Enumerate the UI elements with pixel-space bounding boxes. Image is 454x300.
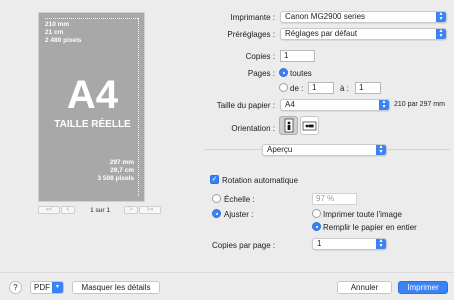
- fit-fill-paper-label: Remplir le papier en entier: [323, 223, 417, 232]
- pages-range-radio[interactable]: [279, 83, 288, 92]
- paper-dimensions-text: 210 par 297 mm: [394, 101, 445, 108]
- first-page-button[interactable]: «<: [38, 206, 60, 214]
- pages-to-field[interactable]: 1: [355, 82, 381, 94]
- pdf-label: PDF: [34, 283, 50, 292]
- fit-label: Ajuster :: [224, 210, 254, 219]
- scale-label: Échelle :: [224, 195, 255, 204]
- printer-label: Imprimante :: [230, 13, 275, 22]
- chevron-updown-icon: ▴ ▾: [379, 100, 389, 110]
- scale-field[interactable]: 97 %: [312, 193, 357, 205]
- pages-from-field[interactable]: 1: [308, 82, 334, 94]
- fit-whole-image-label: Imprimer toute l'image: [323, 210, 402, 219]
- paper-size-value: A4: [285, 100, 295, 109]
- portrait-person-icon: [284, 118, 294, 133]
- chevron-updown-icon: ▴ ▾: [436, 29, 446, 39]
- fit-radio[interactable]: [212, 209, 221, 218]
- copies-per-page-value: 1: [317, 239, 322, 248]
- page-preview: 210 mm 21 cm 2 480 pixels A4 TAILLE RÉEL…: [38, 12, 145, 202]
- hide-details-button[interactable]: Masquer les détails: [72, 281, 160, 294]
- printer-value: Canon MG2900 series: [285, 12, 366, 21]
- portrait-orientation-button[interactable]: [279, 116, 298, 135]
- cancel-button[interactable]: Annuler: [337, 281, 392, 294]
- print-button[interactable]: Imprimer: [398, 281, 448, 294]
- paper-size-select[interactable]: A4 ▴ ▾: [280, 99, 390, 111]
- pdf-menu-button[interactable]: PDF ▾: [30, 281, 64, 294]
- pages-from-label: de :: [290, 84, 304, 93]
- auto-rotate-label: Rotation automatique: [222, 176, 299, 185]
- page-indicator: 1 sur 1: [90, 207, 110, 214]
- auto-rotate-checkbox[interactable]: ✓: [210, 175, 219, 184]
- pages-all-label: toutes: [290, 69, 312, 78]
- presets-select[interactable]: Réglages par défaut ▴ ▾: [280, 28, 447, 40]
- copies-per-page-select[interactable]: 1 ▴ ▾: [312, 238, 387, 250]
- last-page-button[interactable]: >»: [139, 206, 161, 214]
- top-dimension-text: 210 mm 21 cm 2 480 pixels: [45, 21, 82, 44]
- section-select[interactable]: Aperçu ▴ ▾: [262, 144, 387, 156]
- help-button[interactable]: ?: [9, 281, 22, 294]
- paper-size-title: A4: [66, 73, 119, 117]
- fit-whole-image-radio[interactable]: [312, 209, 321, 218]
- orientation-label: Orientation :: [231, 124, 275, 133]
- bottom-separator: [0, 272, 454, 273]
- section-value: Aperçu: [267, 145, 293, 154]
- pages-all-radio[interactable]: [279, 68, 288, 77]
- landscape-person-icon: [302, 121, 317, 131]
- chevron-updown-icon: ▴ ▾: [376, 145, 386, 155]
- actual-size-label: TAILLE RÉELLE: [54, 119, 131, 130]
- landscape-orientation-button[interactable]: [300, 116, 319, 135]
- copies-per-page-label: Copies par page :: [212, 241, 276, 250]
- chevron-down-icon: ▾: [52, 282, 63, 293]
- next-page-button[interactable]: >: [124, 206, 138, 214]
- paper-size-label: Taille du papier :: [216, 101, 275, 110]
- copies-label: Copies :: [245, 52, 275, 61]
- scale-radio[interactable]: [212, 194, 221, 203]
- bottom-dimension-text: 297 mm 29,7 cm 3 508 pixels: [97, 159, 135, 182]
- presets-label: Préréglages :: [227, 30, 275, 39]
- printer-select[interactable]: Canon MG2900 series ▴ ▾: [280, 11, 447, 23]
- chevron-updown-icon: ▴ ▾: [376, 239, 386, 249]
- presets-value: Réglages par défaut: [285, 29, 358, 38]
- fit-fill-paper-radio[interactable]: [312, 222, 321, 231]
- copies-field[interactable]: 1: [280, 50, 315, 62]
- width-dimension-line: [45, 18, 138, 19]
- pages-to-label: à :: [340, 84, 349, 93]
- previous-page-button[interactable]: <: [61, 206, 75, 214]
- chevron-updown-icon: ▴ ▾: [436, 12, 446, 22]
- pages-label: Pages :: [247, 69, 275, 78]
